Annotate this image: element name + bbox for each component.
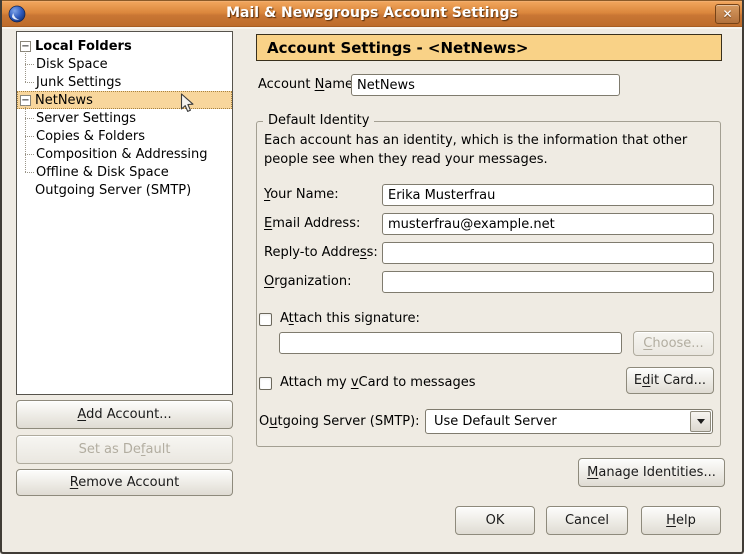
tree-item-label: NetNews xyxy=(35,93,93,108)
edit-card-button[interactable]: Edit Card... xyxy=(626,367,714,394)
tree-item-junk-settings[interactable]: Junk Settings xyxy=(17,73,232,91)
titlebar-divider xyxy=(0,27,744,29)
account-name-label: Account Name: xyxy=(258,74,357,96)
close-button[interactable]: ✕ xyxy=(715,4,740,24)
ok-button[interactable]: OK xyxy=(455,506,535,535)
tree-item-label: Outgoing Server (SMTP) xyxy=(35,183,191,198)
organization-input[interactable] xyxy=(382,271,714,293)
tree-item-local-folders[interactable]: − Local Folders xyxy=(17,37,232,55)
titlebar[interactable]: Mail & Newsgroups Account Settings ✕ xyxy=(0,0,744,27)
tree-guide-line xyxy=(25,105,26,172)
choose-button[interactable]: Choose... xyxy=(633,331,714,356)
attach-signature-checkbox[interactable] xyxy=(259,313,272,326)
outgoing-server-label: Outgoing Server (SMTP): xyxy=(259,410,420,434)
panel-header: Account Settings - <NetNews> xyxy=(256,34,722,61)
tree-item-netnews[interactable]: − NetNews xyxy=(17,91,232,109)
tree-line xyxy=(25,118,34,119)
tree-item-label: Server Settings xyxy=(36,111,136,126)
tree-item-server-settings[interactable]: Server Settings xyxy=(17,109,232,127)
account-settings-dialog: Mail & Newsgroups Account Settings ✕ − L… xyxy=(0,0,744,554)
collapse-icon[interactable]: − xyxy=(20,41,31,52)
cancel-button[interactable]: Cancel xyxy=(546,506,628,535)
tree-line xyxy=(25,136,34,137)
dropdown-button[interactable] xyxy=(690,411,711,432)
attach-vcard-checkbox[interactable] xyxy=(259,377,272,390)
tree-line xyxy=(25,82,34,83)
tree-line xyxy=(25,154,34,155)
your-name-input[interactable] xyxy=(382,184,714,206)
tree-item-offline-disk-space[interactable]: Offline & Disk Space xyxy=(17,163,232,181)
tree-item-composition-addressing[interactable]: Composition & Addressing xyxy=(17,145,232,163)
tree-item-copies-folders[interactable]: Copies & Folders xyxy=(17,127,232,145)
email-address-label: Email Address: xyxy=(264,213,360,235)
tree-guide-line xyxy=(25,51,26,82)
manage-identities-button[interactable]: Manage Identities... xyxy=(578,458,725,487)
outgoing-server-dropdown[interactable]: Use Default Server xyxy=(425,409,713,434)
chevron-down-icon xyxy=(697,419,705,424)
panel-title: Account Settings - <NetNews> xyxy=(267,39,528,57)
close-icon: ✕ xyxy=(722,7,732,21)
set-as-default-button[interactable]: Set as Default xyxy=(16,435,233,464)
add-account-button[interactable]: Add Account... xyxy=(16,400,233,429)
tree-item-label: Composition & Addressing xyxy=(36,147,207,162)
identity-description-line2: people see when they read your messages. xyxy=(264,152,548,167)
tree-line xyxy=(25,64,34,65)
tree-item-label: Junk Settings xyxy=(36,75,121,90)
account-tree[interactable]: − Local Folders Disk Space Junk Settings… xyxy=(16,31,233,395)
tree-item-label: Offline & Disk Space xyxy=(36,165,169,180)
identity-description-line1: Each account has an identity, which is t… xyxy=(264,133,687,148)
help-button[interactable]: Help xyxy=(641,506,721,535)
your-name-label: Your Name: xyxy=(264,184,339,206)
default-identity-legend: Default Identity xyxy=(263,113,374,128)
tree-line xyxy=(25,172,34,173)
tree-item-label: Copies & Folders xyxy=(36,129,145,144)
reply-to-input[interactable] xyxy=(382,242,714,264)
reply-to-label: Reply-to Address: xyxy=(264,242,378,264)
account-name-input[interactable] xyxy=(351,74,620,96)
dropdown-selected-value: Use Default Server xyxy=(426,414,557,429)
email-address-input[interactable] xyxy=(382,213,714,235)
tree-item-label: Local Folders xyxy=(35,39,132,54)
organization-label: Organization: xyxy=(264,271,352,293)
attach-signature-label: Attach this signature: xyxy=(280,309,420,329)
collapse-icon[interactable]: − xyxy=(20,95,31,106)
tree-item-label: Disk Space xyxy=(36,57,108,72)
attach-vcard-label: Attach my vCard to messages xyxy=(280,373,475,393)
remove-account-button[interactable]: Remove Account xyxy=(16,469,233,496)
window-title: Mail & Newsgroups Account Settings xyxy=(0,5,744,21)
tree-item-disk-space[interactable]: Disk Space xyxy=(17,55,232,73)
tree-item-outgoing-server[interactable]: Outgoing Server (SMTP) xyxy=(17,181,232,199)
signature-file-input[interactable] xyxy=(279,332,622,354)
